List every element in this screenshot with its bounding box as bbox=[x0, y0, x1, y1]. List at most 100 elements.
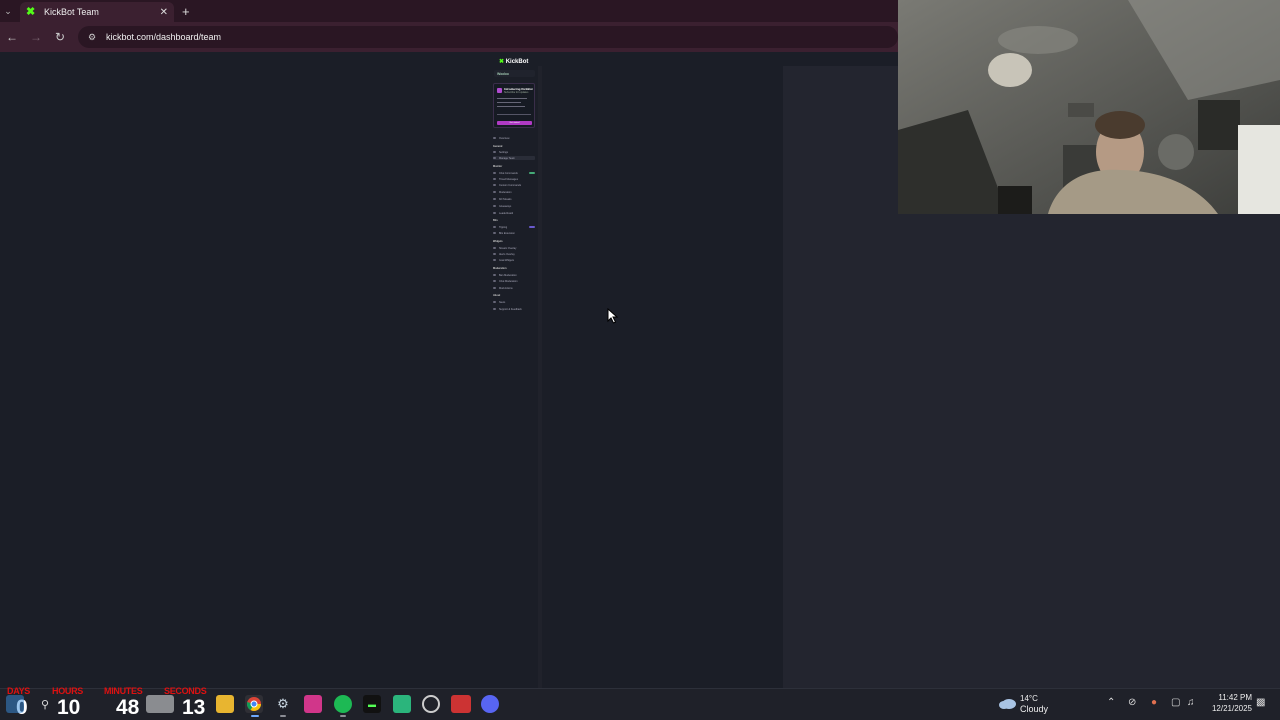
logo-text: KickBot bbox=[505, 59, 529, 65]
nav-section-general: General bbox=[493, 145, 503, 148]
display-icon[interactable]: ▢ bbox=[1171, 697, 1180, 708]
nav-item-manage-team[interactable]: Manage Team bbox=[493, 156, 535, 160]
nav-icon bbox=[493, 157, 496, 159]
nav-icon bbox=[493, 280, 496, 282]
browser-toolbar: ← → ↻ ⚙ kickbot.com/dashboard/team bbox=[0, 22, 898, 52]
nav-label: Support & Feedback bbox=[499, 307, 522, 311]
chrome-active-indicator bbox=[251, 715, 259, 717]
nav-icon bbox=[493, 191, 496, 193]
promo-icon-row bbox=[497, 114, 531, 115]
forward-button[interactable]: → bbox=[24, 25, 48, 49]
back-button[interactable]: ← bbox=[0, 25, 24, 49]
nav-item-tipping[interactable]: Tipping bbox=[493, 225, 535, 229]
nav-item-alerts-overlay[interactable]: Alerts Overlay bbox=[493, 252, 535, 256]
reload-button[interactable]: ↻ bbox=[48, 25, 72, 49]
nav-item-bits-extension[interactable]: Bits Extension bbox=[493, 231, 535, 235]
nav-item-timed-messages[interactable]: Timed Messages bbox=[493, 177, 535, 181]
workspace-label: Wooloo bbox=[497, 71, 509, 76]
countdown-hours-label: HOURS bbox=[52, 686, 84, 696]
spotify-running-indicator bbox=[340, 715, 346, 717]
nav-section-moderation: Moderation bbox=[493, 267, 507, 270]
clock-time[interactable]: 11:42 PM bbox=[1210, 693, 1252, 702]
nav-icon bbox=[493, 253, 496, 255]
volume-icon[interactable]: ♫ bbox=[1187, 697, 1195, 708]
weather-condition: Cloudy bbox=[1020, 704, 1049, 714]
nav-label: Leaderboard bbox=[499, 211, 514, 215]
nav-item-chat-moderation[interactable]: Chat Moderation bbox=[493, 279, 535, 283]
close-tab-icon[interactable]: ✕ bbox=[160, 7, 168, 18]
nav-item-ban-moderation[interactable]: Ban Moderation bbox=[493, 273, 535, 277]
address-bar[interactable]: ⚙ kickbot.com/dashboard/team bbox=[78, 26, 898, 48]
workspace-selector[interactable]: Wooloo bbox=[494, 70, 535, 77]
promo-cta-button[interactable]: Get started bbox=[497, 121, 532, 125]
clock-date[interactable]: 12/21/2025 bbox=[1206, 704, 1252, 713]
obs-icon[interactable] bbox=[422, 695, 440, 713]
new-badge bbox=[529, 172, 535, 174]
nav-icon bbox=[493, 259, 496, 261]
nav-item-stream-overlay[interactable]: Stream Overlay bbox=[493, 246, 535, 250]
kickbot-favicon-icon: ✖ bbox=[26, 5, 36, 18]
terminal-icon[interactable]: ▬ bbox=[363, 695, 381, 713]
nav-label: Giveaways bbox=[499, 204, 512, 208]
file-explorer-icon[interactable] bbox=[216, 695, 234, 713]
nav-item-support[interactable]: Support & Feedback bbox=[493, 307, 535, 311]
new-tab-button[interactable]: + bbox=[182, 4, 190, 19]
steam-running-indicator bbox=[280, 715, 286, 717]
task-view-icon[interactable] bbox=[146, 695, 174, 713]
video-editor-icon[interactable] bbox=[451, 695, 471, 713]
spotify-icon[interactable] bbox=[334, 695, 352, 713]
nav-icon bbox=[493, 151, 496, 153]
network-off-icon[interactable]: ⊘ bbox=[1128, 697, 1136, 708]
search-icon[interactable]: ⚲ bbox=[36, 695, 54, 713]
nav-icon bbox=[493, 172, 496, 174]
nav-item-mod-actions[interactable]: Mod Actions bbox=[493, 286, 535, 290]
site-info-icon[interactable]: ⚙ bbox=[88, 32, 100, 43]
discord-icon[interactable] bbox=[481, 695, 499, 713]
nav-item-chat-commands[interactable]: Chat Commands bbox=[493, 171, 535, 175]
webcam-feed-image bbox=[898, 0, 1280, 214]
nav-icon bbox=[493, 274, 496, 276]
chrome-icon[interactable] bbox=[245, 695, 263, 713]
instagram-icon[interactable] bbox=[304, 695, 322, 713]
countdown-minutes-value: 48 bbox=[116, 696, 140, 719]
nav-section-widgets: Widgets bbox=[493, 240, 503, 243]
nav-item-leaderboard[interactable]: Leaderboard bbox=[493, 211, 535, 215]
kickbot-logo-icon: ✖ bbox=[499, 59, 505, 65]
nav-item-custom-commands[interactable]: Custom Commands bbox=[493, 183, 535, 187]
nav-item-overview[interactable]: Overview bbox=[493, 136, 535, 140]
nav-icon bbox=[493, 205, 496, 207]
tab-kickbot-team[interactable]: ✖ KickBot Team ✕ bbox=[20, 2, 174, 22]
nav-label: Stream Overlay bbox=[499, 246, 517, 250]
windows-start-icon[interactable] bbox=[6, 695, 24, 713]
nav-item-kill-streaks[interactable]: Kill Streaks bbox=[493, 197, 535, 201]
tab-search-chevron-icon[interactable]: ⌄ bbox=[0, 0, 16, 22]
nav-label: Overview bbox=[499, 136, 510, 140]
nav-item-goal-widgets[interactable]: Goal Widgets bbox=[493, 258, 535, 262]
countdown-minutes-label: MINUTES bbox=[104, 686, 143, 696]
nav-item-moderation[interactable]: Moderation bbox=[493, 190, 535, 194]
nav-label: Alerts Overlay bbox=[499, 252, 515, 256]
nav-label: Manage Team bbox=[499, 156, 515, 160]
countdown-hours-value: 10 bbox=[57, 696, 81, 719]
microphone-icon[interactable]: ● bbox=[1151, 697, 1157, 708]
nav-icon bbox=[493, 301, 496, 303]
nav-icon bbox=[493, 184, 496, 186]
nav-icon bbox=[493, 226, 496, 228]
nav-section-about: About bbox=[493, 294, 501, 297]
nav-item-news[interactable]: News bbox=[493, 300, 535, 304]
nav-icon bbox=[493, 308, 496, 310]
mouse-cursor-icon bbox=[607, 308, 619, 324]
promo-subtitle: Subscribe for updates bbox=[504, 91, 529, 94]
nav-label: Timed Messages bbox=[499, 177, 518, 181]
cloudy-weather-icon[interactable] bbox=[998, 695, 1018, 711]
steam-icon[interactable]: ⚙ bbox=[274, 695, 292, 713]
show-hidden-icons-chevron-icon[interactable]: ⌃ bbox=[1107, 697, 1115, 708]
webcam-overlay bbox=[898, 0, 1280, 214]
notifications-icon[interactable]: ▩ bbox=[1256, 697, 1265, 708]
green-app-icon[interactable] bbox=[393, 695, 411, 713]
nav-icon bbox=[493, 212, 496, 214]
kickbot-logo[interactable]: ✖ KickBot bbox=[499, 58, 528, 65]
nav-item-giveaways[interactable]: Giveaways bbox=[493, 204, 535, 208]
nav-item-settings[interactable]: Settings bbox=[493, 150, 535, 154]
sidebar-divider bbox=[538, 66, 542, 688]
